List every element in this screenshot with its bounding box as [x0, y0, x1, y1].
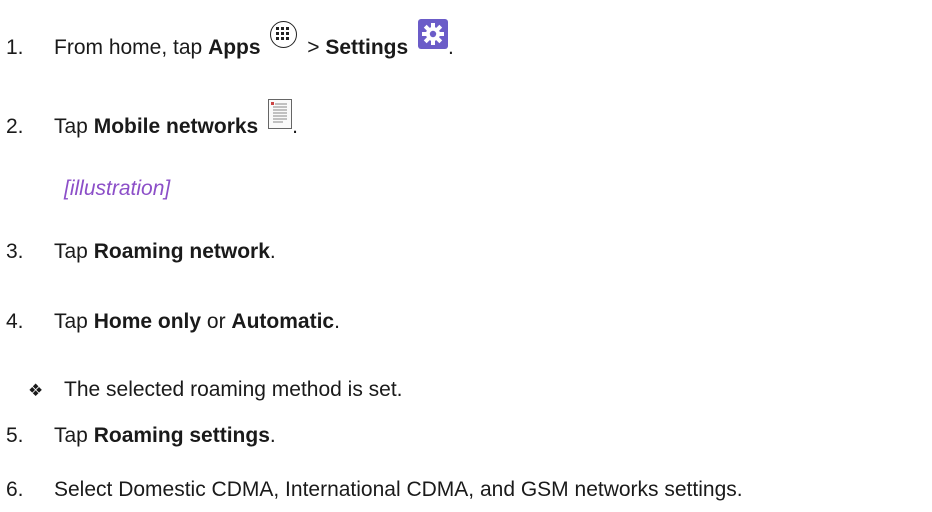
- step-number: 4.: [6, 310, 24, 333]
- step-text: Tap: [54, 424, 94, 447]
- roaming-settings-label: Roaming settings: [93, 424, 270, 447]
- illustration-placeholder: [illustration]: [64, 177, 171, 200]
- step-number: 5.: [6, 424, 24, 447]
- apps-label: Apps: [208, 36, 261, 59]
- step-number: 1.: [6, 36, 24, 59]
- step-end: .: [448, 36, 454, 59]
- result-note: ❖ The selected roaming method is set.: [28, 377, 403, 404]
- result-note-text: The selected roaming method is set.: [64, 378, 403, 401]
- step-end: .: [292, 115, 298, 138]
- step-text-mid: or: [201, 310, 232, 333]
- step-3: 3. Tap Roaming network.: [6, 239, 276, 265]
- settings-icon: [418, 19, 449, 49]
- step-text: Tap: [54, 310, 94, 333]
- step-end: .: [269, 424, 276, 447]
- step-text: Tap: [54, 240, 94, 263]
- step-end: .: [269, 240, 276, 263]
- step-separator: >: [301, 36, 326, 59]
- mobile-networks-label: Mobile networks: [93, 115, 259, 138]
- step-end: .: [334, 310, 340, 333]
- step-text: Select Domestic CDMA, International CDMA…: [54, 478, 743, 501]
- mobile-networks-icon: [268, 99, 293, 129]
- step-number: 3.: [6, 240, 24, 263]
- diamond-bullet-icon: ❖: [28, 381, 44, 400]
- step-6: 6. Select Domestic CDMA, International CD…: [6, 477, 743, 503]
- step-2: 2. Tap Mobile networks .: [6, 99, 298, 140]
- settings-label: Settings: [325, 36, 409, 59]
- step-text: From home, tap: [54, 36, 209, 59]
- step-4: 4. Tap Home only or Automatic.: [6, 309, 340, 335]
- apps-icon: [270, 21, 298, 48]
- step-number: 6.: [6, 478, 24, 501]
- step-number: 2.: [6, 115, 24, 138]
- step-text: Tap: [54, 115, 94, 138]
- step-1: 1. From home, tap Apps > Settings .: [6, 19, 454, 61]
- step-5: 5. Tap Roaming settings.: [6, 423, 276, 449]
- roaming-network-label: Roaming network: [93, 240, 270, 263]
- home-only-label: Home only: [93, 310, 202, 333]
- automatic-label: Automatic: [231, 310, 335, 333]
